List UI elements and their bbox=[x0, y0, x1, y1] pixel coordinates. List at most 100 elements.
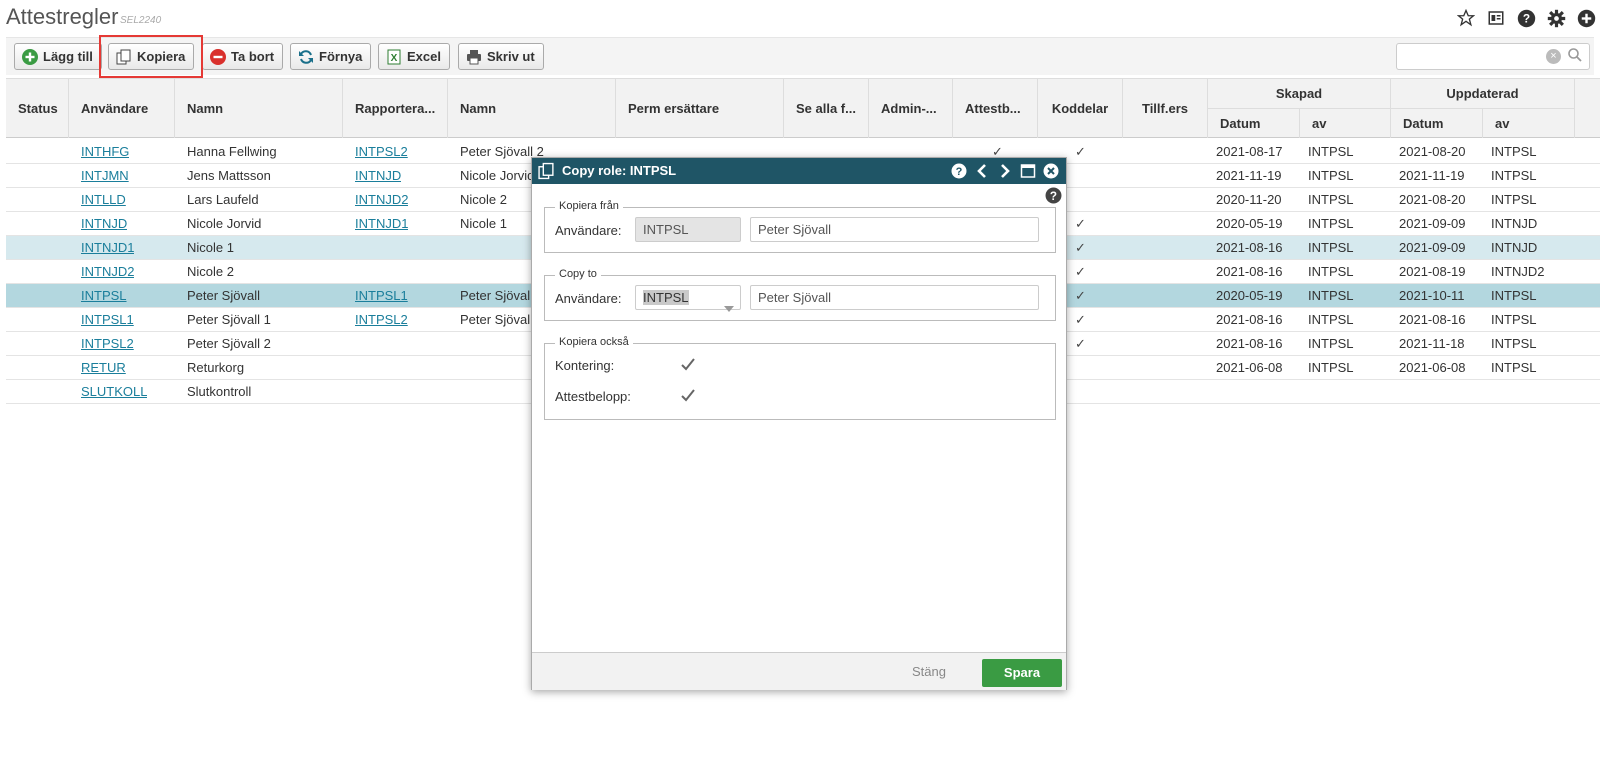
to-user-select[interactable]: INTPSL bbox=[635, 285, 741, 312]
print-button[interactable]: Skriv ut bbox=[458, 43, 544, 70]
refresh-button[interactable]: Förnya bbox=[290, 43, 372, 70]
name-cell: Jens Mattsson bbox=[187, 168, 271, 183]
chevron-down-icon bbox=[724, 296, 734, 319]
created-date-cell: 2021-08-17 bbox=[1216, 144, 1283, 159]
created-date-cell: 2020-05-19 bbox=[1216, 288, 1283, 303]
user-link[interactable]: INTPSL2 bbox=[81, 336, 134, 351]
dialog-title: Copy role: INTPSL bbox=[562, 163, 677, 178]
layout-icon[interactable] bbox=[1486, 8, 1506, 28]
to-user-value: INTPSL bbox=[643, 290, 689, 305]
user-link[interactable]: INTJMN bbox=[81, 168, 129, 183]
top-icons: ? bbox=[1456, 8, 1596, 28]
user-link[interactable]: INTPSL bbox=[81, 288, 127, 303]
created-by-cell: INTPSL bbox=[1308, 216, 1354, 231]
from-user-label: Användare: bbox=[555, 223, 622, 238]
help-icon[interactable]: ? bbox=[1045, 187, 1062, 207]
excel-button[interactable]: X Excel bbox=[378, 43, 450, 70]
created-by-cell: INTPSL bbox=[1308, 240, 1354, 255]
previous-icon[interactable] bbox=[973, 162, 991, 180]
col-perm[interactable]: Perm ersättare bbox=[616, 79, 784, 138]
updated-by-cell: INTPSL bbox=[1491, 192, 1537, 207]
created-date-cell: 2021-08-16 bbox=[1216, 240, 1283, 255]
report-link[interactable]: INTPSL1 bbox=[355, 288, 408, 303]
col-tillf[interactable]: Tillf.ers bbox=[1123, 79, 1208, 138]
dialog-header: Copy role: INTPSL ? bbox=[532, 158, 1066, 184]
delete-button[interactable]: Ta bort bbox=[202, 43, 284, 70]
col-see-all[interactable]: Se alla f... bbox=[784, 79, 869, 138]
name2-cell: Peter Sjövall bbox=[460, 288, 533, 303]
col-name2[interactable]: Namn bbox=[448, 79, 616, 138]
to-name-field: Peter Sjövall bbox=[750, 285, 1039, 310]
delete-icon bbox=[209, 48, 226, 65]
report-link[interactable]: INTPSL2 bbox=[355, 312, 408, 327]
col-created-date[interactable]: Datum bbox=[1208, 109, 1300, 138]
add-button[interactable]: Lägg till bbox=[14, 43, 102, 70]
col-group-updated: Uppdaterad bbox=[1391, 79, 1575, 109]
name2-cell: Nicole 2 bbox=[460, 192, 507, 207]
gear-icon[interactable] bbox=[1546, 8, 1566, 28]
created-date-cell: 2021-06-08 bbox=[1216, 360, 1283, 375]
col-user[interactable]: Användare bbox=[69, 79, 175, 138]
save-button[interactable]: Spara bbox=[982, 659, 1062, 687]
help-icon[interactable]: ? bbox=[1516, 8, 1536, 28]
svg-text:?: ? bbox=[1522, 11, 1529, 25]
updated-date-cell: 2021-08-20 bbox=[1399, 144, 1466, 159]
name-cell: Slutkontroll bbox=[187, 384, 252, 399]
copy-button-highlight bbox=[99, 35, 203, 78]
dialog-controls: ? bbox=[950, 162, 1060, 180]
col-code-parts[interactable]: Koddelar bbox=[1038, 79, 1123, 138]
updated-by-cell: INTNJD bbox=[1491, 216, 1538, 231]
col-updated-by[interactable]: av bbox=[1483, 109, 1575, 138]
user-link[interactable]: RETUR bbox=[81, 360, 126, 375]
created-by-cell: INTPSL bbox=[1308, 312, 1354, 327]
next-icon[interactable] bbox=[996, 162, 1014, 180]
user-link[interactable]: SLUTKOLL bbox=[81, 384, 147, 399]
created-by-cell: INTPSL bbox=[1308, 168, 1354, 183]
user-link[interactable]: INTHFG bbox=[81, 144, 129, 159]
codes-check: ✓ bbox=[1075, 144, 1086, 159]
kontering-label: Kontering: bbox=[555, 358, 615, 373]
col-name[interactable]: Namn bbox=[175, 79, 343, 138]
col-updated-date[interactable]: Datum bbox=[1391, 109, 1483, 138]
user-link[interactable]: INTPSL1 bbox=[81, 312, 134, 327]
attestbelopp-checkbox[interactable] bbox=[680, 388, 696, 404]
updated-date-cell: 2021-08-20 bbox=[1399, 192, 1466, 207]
help-icon[interactable]: ? bbox=[950, 162, 968, 180]
add-circle-icon[interactable] bbox=[1576, 8, 1596, 28]
col-created-by[interactable]: av bbox=[1300, 109, 1391, 138]
user-link[interactable]: INTNJD bbox=[81, 216, 127, 231]
col-status[interactable]: Status bbox=[6, 79, 69, 138]
search-icon[interactable] bbox=[1567, 47, 1583, 66]
search-box[interactable]: × bbox=[1396, 43, 1590, 70]
user-link[interactable]: INTNJD2 bbox=[81, 264, 134, 279]
user-link[interactable]: INTNJD1 bbox=[81, 240, 134, 255]
print-icon bbox=[465, 48, 482, 65]
maximize-icon[interactable] bbox=[1019, 162, 1037, 180]
report-link[interactable]: INTNJD1 bbox=[355, 216, 408, 231]
star-icon[interactable] bbox=[1456, 8, 1476, 28]
user-link[interactable]: INTLLD bbox=[81, 192, 126, 207]
report-link[interactable]: INTNJD2 bbox=[355, 192, 408, 207]
col-attest[interactable]: Attestb... bbox=[953, 79, 1038, 138]
name-cell: Peter Sjövall bbox=[187, 288, 260, 303]
svg-text:?: ? bbox=[1050, 190, 1057, 203]
created-date-cell: 2021-11-19 bbox=[1216, 168, 1282, 183]
created-by-cell: INTPSL bbox=[1308, 336, 1354, 351]
clear-search-icon[interactable]: × bbox=[1546, 49, 1561, 64]
report-link[interactable]: INTNJD bbox=[355, 168, 401, 183]
name-cell: Nicole 1 bbox=[187, 240, 234, 255]
codes-check: ✓ bbox=[1075, 264, 1086, 279]
print-button-label: Skriv ut bbox=[487, 49, 535, 64]
report-link[interactable]: INTPSL2 bbox=[355, 144, 408, 159]
codes-check: ✓ bbox=[1075, 288, 1086, 303]
updated-by-cell: INTPSL bbox=[1491, 312, 1537, 327]
copy-to-legend: Copy to bbox=[555, 268, 601, 280]
updated-date-cell: 2021-09-09 bbox=[1399, 216, 1466, 231]
kontering-checkbox[interactable] bbox=[680, 357, 696, 373]
col-admin[interactable]: Admin-... bbox=[869, 79, 953, 138]
close-icon[interactable] bbox=[1042, 162, 1060, 180]
close-button[interactable]: Stäng bbox=[912, 664, 946, 679]
updated-date-cell: 2021-11-18 bbox=[1399, 336, 1465, 351]
col-report-to[interactable]: Rapportera... bbox=[343, 79, 448, 138]
copy-from-fieldset: Kopiera från Användare: INTPSL Peter Sjö… bbox=[544, 200, 1056, 253]
